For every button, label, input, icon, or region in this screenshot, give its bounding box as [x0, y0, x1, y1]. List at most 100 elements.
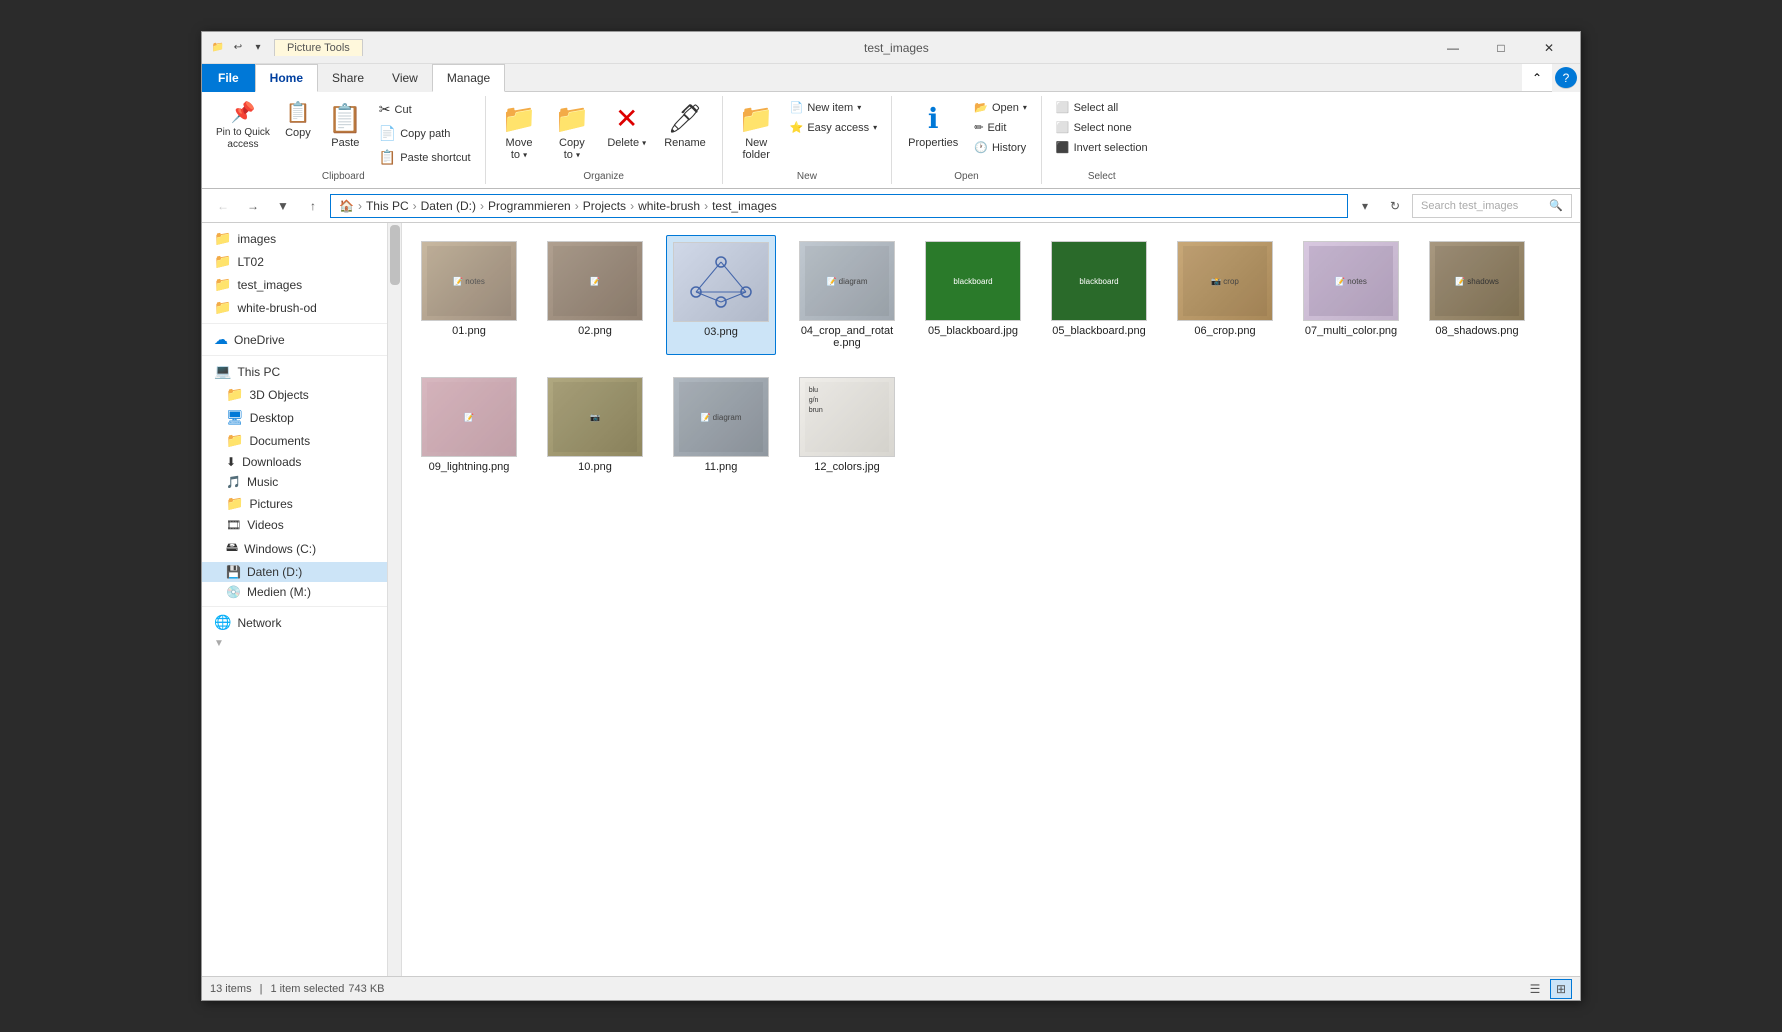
file-view[interactable]: 📝 notes 01.png 📝 02.png: [402, 223, 1580, 976]
clipboard-small-buttons: ✂ Cut 📄 Copy path 📋 Paste shortcut: [373, 98, 477, 169]
sidebar-item-pictures[interactable]: 📁 Pictures: [202, 492, 401, 515]
recent-locations-button[interactable]: ▼: [270, 193, 296, 219]
sidebar-item-documents[interactable]: 📁 Documents: [202, 429, 401, 452]
breadcrumb-white-brush[interactable]: white-brush: [638, 199, 700, 213]
thumbnail-04: 📝 diagram: [799, 241, 895, 321]
back-button[interactable]: ←: [210, 193, 236, 219]
address-path[interactable]: 🏠 › This PC › Daten (D:) › Programmieren…: [330, 194, 1348, 218]
sidebar-item-images[interactable]: 📁 images: [202, 227, 401, 250]
breadcrumb-this-pc[interactable]: This PC: [366, 199, 409, 213]
sidebar-item-windows-c[interactable]: 🖴 Windows (C:): [202, 535, 401, 562]
new-item-label: New item: [807, 102, 853, 114]
history-button[interactable]: 🕐 History: [968, 138, 1033, 157]
file-item-09[interactable]: 📝 09_lightning.png: [414, 371, 524, 479]
properties-button[interactable]: ℹ Properties: [900, 98, 966, 153]
sidebar-item-test-images[interactable]: 📁 test_images: [202, 273, 401, 296]
tab-home[interactable]: Home: [255, 64, 318, 92]
folder-icon-lt02: 📁: [214, 253, 231, 270]
invert-icon: ⬛: [1056, 141, 1070, 154]
file-item-12[interactable]: blu g/n brun 12_colors.jpg: [792, 371, 902, 479]
search-bar[interactable]: Search test_images 🔍: [1412, 194, 1572, 218]
sidebar-label-daten: Daten (D:): [247, 565, 302, 579]
refresh-button[interactable]: ↻: [1382, 193, 1408, 219]
edit-button[interactable]: ✏ Edit: [968, 118, 1033, 137]
sidebar-item-3d-objects[interactable]: 📁 3D Objects: [202, 383, 401, 406]
address-dropdown-button[interactable]: ▾: [1352, 193, 1378, 219]
file-item-07[interactable]: 📝 notes 07_multi_color.png: [1296, 235, 1406, 355]
maximize-button[interactable]: □: [1478, 32, 1524, 64]
sidebar-label-pictures: Pictures: [249, 497, 292, 511]
sidebar-item-music[interactable]: 🎵 Music: [202, 472, 401, 492]
help-button[interactable]: ?: [1555, 67, 1577, 89]
sidebar-label-windows: Windows (C:): [244, 542, 316, 556]
move-to-button[interactable]: 📁 Moveto ▾: [494, 98, 545, 165]
filename-01: 01.png: [452, 325, 486, 337]
details-view-button[interactable]: ☰: [1524, 979, 1546, 999]
file-item-08[interactable]: 📝 shadows 08_shadows.png: [1422, 235, 1532, 355]
minimize-button[interactable]: —: [1430, 32, 1476, 64]
scrollbar-thumb[interactable]: [390, 225, 400, 285]
edit-label: Edit: [987, 122, 1006, 134]
large-icons-view-button[interactable]: ⊞: [1550, 979, 1572, 999]
pin-to-quick-access-button[interactable]: 📌 Pin to Quickaccess: [210, 98, 276, 153]
paste-button[interactable]: 📋 Paste: [320, 98, 371, 153]
sidebar-item-downloads[interactable]: ⬇ Downloads: [202, 452, 401, 472]
title-controls: — □ ✕: [1430, 32, 1572, 64]
ribbon-collapse-btn[interactable]: ⌃: [1522, 64, 1552, 92]
file-item-01[interactable]: 📝 notes 01.png: [414, 235, 524, 355]
forward-button[interactable]: →: [240, 193, 266, 219]
sidebar-item-daten-d[interactable]: 💾 Daten (D:): [202, 562, 401, 582]
breadcrumb-daten[interactable]: Daten (D:): [421, 199, 476, 213]
file-item-04[interactable]: 📝 diagram 04_crop_and_rotate.png: [792, 235, 902, 355]
file-item-10[interactable]: 📷 10.png: [540, 371, 650, 479]
sidebar-item-this-pc[interactable]: 💻 This PC: [202, 360, 401, 383]
picture-tools-tab[interactable]: Picture Tools: [274, 39, 363, 56]
search-placeholder: Search test_images: [1421, 200, 1518, 212]
cut-button[interactable]: ✂ Cut: [373, 98, 477, 121]
sidebar-item-white-brush-od[interactable]: 📁 white-brush-od: [202, 296, 401, 319]
invert-selection-button[interactable]: ⬛ Invert selection: [1050, 138, 1154, 157]
paste-shortcut-button[interactable]: 📋 Paste shortcut: [373, 146, 477, 169]
open-button[interactable]: 📂 Open ▾: [968, 98, 1033, 117]
sidebar-item-videos[interactable]: 🎞 Videos: [202, 515, 401, 535]
file-item-03[interactable]: 03.png: [666, 235, 776, 355]
delete-button[interactable]: ✕ Delete ▾: [599, 98, 654, 153]
file-item-06[interactable]: 📸 crop 06_crop.png: [1170, 235, 1280, 355]
up-button[interactable]: ↑: [300, 193, 326, 219]
dropdown-icon-title[interactable]: ▾: [250, 40, 266, 56]
sidebar-item-network[interactable]: 🌐 Network: [202, 611, 401, 634]
ribbon-group-new: 📁 Newfolder 📄 New item ▾ ⭐ Easy access ▾: [723, 96, 892, 184]
sidebar-item-desktop[interactable]: 🖥 Desktop: [202, 406, 401, 429]
new-folder-button[interactable]: 📁 Newfolder: [731, 98, 782, 165]
file-item-05b[interactable]: blackboard 05_blackboard.png: [1044, 235, 1154, 355]
new-item-button[interactable]: 📄 New item ▾: [784, 98, 883, 117]
file-item-02[interactable]: 📝 02.png: [540, 235, 650, 355]
move-to-icon: 📁: [502, 102, 537, 135]
status-bar: 13 items | 1 item selected 743 KB ☰ ⊞: [202, 976, 1580, 1000]
file-item-05a[interactable]: blackboard 05_blackboard.jpg: [918, 235, 1028, 355]
tab-manage[interactable]: Manage: [432, 64, 505, 92]
select-all-button[interactable]: ⬜ Select all: [1050, 98, 1154, 117]
easy-access-button[interactable]: ⭐ Easy access ▾: [784, 118, 883, 137]
tab-view[interactable]: View: [378, 64, 432, 92]
sidebar-scrollbar[interactable]: [387, 223, 401, 976]
select-none-label: Select none: [1074, 122, 1132, 134]
breadcrumb-programmieren[interactable]: Programmieren: [488, 199, 571, 213]
tab-file[interactable]: File: [202, 64, 255, 92]
breadcrumb-test-images[interactable]: test_images: [712, 199, 777, 213]
breadcrumb-projects[interactable]: Projects: [583, 199, 626, 213]
filename-04: 04_crop_and_rotate.png: [798, 325, 896, 349]
sidebar-item-lt02[interactable]: 📁 LT02: [202, 250, 401, 273]
close-button[interactable]: ✕: [1526, 32, 1572, 64]
sidebar-item-onedrive[interactable]: ☁ OneDrive: [202, 328, 401, 351]
sidebar-item-medien-m[interactable]: 💿 Medien (M:): [202, 582, 401, 602]
copy-button[interactable]: 📋 Copy: [278, 98, 318, 141]
select-none-button[interactable]: ⬜ Select none: [1050, 118, 1154, 137]
undo-icon[interactable]: ↩: [230, 40, 246, 56]
file-item-11[interactable]: 📝 diagram 11.png: [666, 371, 776, 479]
copy-to-button[interactable]: 📁 Copyto ▾: [546, 98, 597, 165]
copy-path-button[interactable]: 📄 Copy path: [373, 122, 477, 145]
rename-button[interactable]: 🖊 Rename: [656, 98, 714, 153]
copy-to-label: Copyto ▾: [559, 137, 585, 161]
tab-share[interactable]: Share: [318, 64, 378, 92]
